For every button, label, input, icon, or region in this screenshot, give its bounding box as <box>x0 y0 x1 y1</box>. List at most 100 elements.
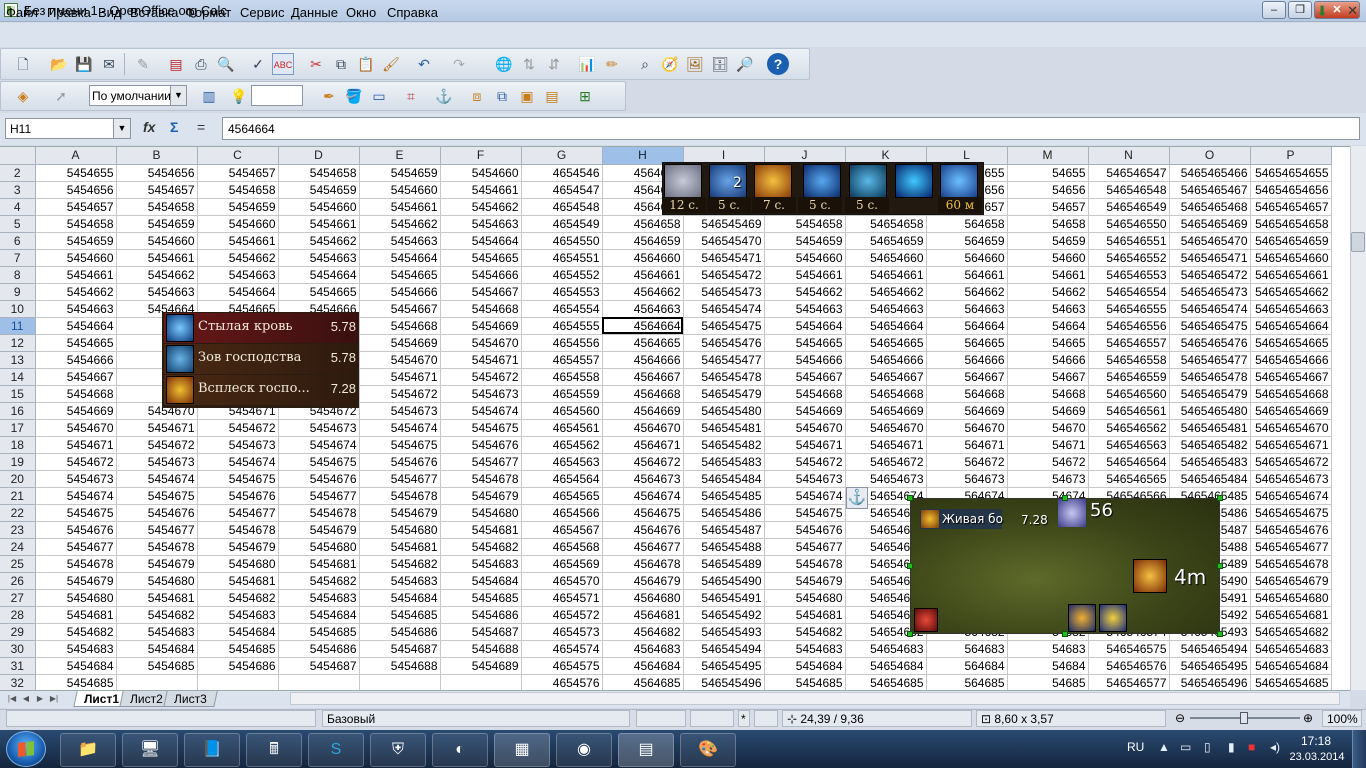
cell[interactable]: 5454678 <box>35 555 117 573</box>
resize-handle[interactable] <box>907 563 913 569</box>
cell[interactable]: 5454662 <box>764 283 846 301</box>
cell[interactable]: 5454659 <box>35 232 117 250</box>
cell[interactable]: 5465465480 <box>1169 402 1251 420</box>
cell[interactable]: 546546551 <box>1088 232 1170 250</box>
cell[interactable]: 546545470 <box>683 232 765 250</box>
cell[interactable]: 5454664 <box>278 266 360 284</box>
cell[interactable]: 5454660 <box>35 249 117 267</box>
row-header[interactable]: 32 <box>0 674 36 690</box>
cell[interactable]: 5454666 <box>359 283 441 301</box>
cell[interactable]: 5454671 <box>359 368 441 386</box>
cell[interactable]: 546545483 <box>683 453 765 471</box>
cell[interactable]: 5454658 <box>116 198 198 216</box>
row-header[interactable]: 24 <box>0 538 36 556</box>
cell[interactable]: 546545485 <box>683 487 765 505</box>
cell[interactable]: 5465465494 <box>1169 640 1251 658</box>
cell[interactable]: 54657 <box>1007 198 1089 216</box>
cell[interactable]: 5454684 <box>764 657 846 675</box>
cell[interactable]: 5454685 <box>764 674 846 690</box>
tab-sheet3[interactable]: Лист3 <box>163 691 218 707</box>
cell[interactable]: 5465465475 <box>1169 317 1251 335</box>
cell[interactable]: 5454672 <box>764 453 846 471</box>
cell[interactable]: 5454663 <box>440 215 522 233</box>
cell[interactable]: 54654654664 <box>1250 317 1332 335</box>
corner-cell[interactable] <box>0 147 36 165</box>
cell[interactable]: 5454685 <box>116 657 198 675</box>
cell[interactable]: 54673 <box>1007 470 1089 488</box>
cell[interactable]: 5454665 <box>35 334 117 352</box>
close-document-icon[interactable]: ✕ <box>1347 3 1358 19</box>
status-signature[interactable] <box>754 710 778 727</box>
tray-expand-icon[interactable]: ▲ <box>1158 740 1170 754</box>
resize-handle[interactable] <box>907 631 913 637</box>
cell[interactable]: 5454660 <box>197 215 279 233</box>
fill-bucket-icon[interactable]: 🪣 <box>343 85 365 107</box>
cell[interactable]: 54654654675 <box>1250 504 1332 522</box>
cell[interactable]: 5454678 <box>197 521 279 539</box>
cell[interactable]: 5454686 <box>278 640 360 658</box>
cell[interactable]: 54654654656 <box>1250 181 1332 199</box>
cell[interactable]: 54654654657 <box>1250 198 1332 216</box>
cell[interactable]: 5454676 <box>35 521 117 539</box>
column-header[interactable]: N <box>1088 147 1170 165</box>
cell[interactable]: 5454667 <box>359 300 441 318</box>
status-zoom-percent[interactable]: 100% <box>1322 710 1362 727</box>
function-wizard-button[interactable]: fx <box>143 119 155 135</box>
cell[interactable]: 4654556 <box>521 334 603 352</box>
cell[interactable]: 5454678 <box>764 555 846 573</box>
chart-icon[interactable]: 📊 <box>576 53 598 75</box>
cell[interactable]: 5454670 <box>35 419 117 437</box>
cell[interactable]: 5454661 <box>440 181 522 199</box>
sort-ascending-icon[interactable]: ⇅ <box>518 53 540 75</box>
cell[interactable]: 564673 <box>926 470 1008 488</box>
cell[interactable]: 564660 <box>926 249 1008 267</box>
cell[interactable]: 5454660 <box>116 232 198 250</box>
cell[interactable]: 54659 <box>1007 232 1089 250</box>
cell[interactable]: 54654654655 <box>1250 164 1332 182</box>
cell[interactable]: 54665 <box>1007 334 1089 352</box>
clock-time[interactable]: 17:18 <box>1296 734 1336 748</box>
cell[interactable]: 5465465477 <box>1169 351 1251 369</box>
cell[interactable]: 54654654674 <box>1250 487 1332 505</box>
cell[interactable]: 5454669 <box>359 334 441 352</box>
row-header[interactable]: 4 <box>0 198 36 216</box>
cell[interactable]: 564659 <box>926 232 1008 250</box>
cell[interactable]: 4564675 <box>602 504 684 522</box>
cell[interactable]: 546545494 <box>683 640 765 658</box>
cell[interactable]: 564658 <box>926 215 1008 233</box>
cell[interactable]: 4654568 <box>521 538 603 556</box>
cell[interactable]: 546546560 <box>1088 385 1170 403</box>
gallery-icon[interactable]: 🖼 <box>684 53 706 75</box>
cell[interactable]: 54654654659 <box>1250 232 1332 250</box>
cell[interactable]: 5454666 <box>35 351 117 369</box>
cell[interactable]: 5454683 <box>197 606 279 624</box>
cell[interactable]: 4654551 <box>521 249 603 267</box>
cell[interactable]: 5454668 <box>35 385 117 403</box>
cell[interactable]: 5454664 <box>197 283 279 301</box>
cell[interactable]: 54654654666 <box>1250 351 1332 369</box>
cell[interactable]: 5454679 <box>116 555 198 573</box>
cell[interactable]: 5454678 <box>359 487 441 505</box>
cell[interactable]: 546545482 <box>683 436 765 454</box>
cell[interactable]: 5454674 <box>764 487 846 505</box>
cell[interactable]: 546546565 <box>1088 470 1170 488</box>
cell[interactable]: 546545473 <box>683 283 765 301</box>
cell[interactable]: 54654664 <box>845 317 927 335</box>
cell[interactable]: 54654660 <box>845 249 927 267</box>
cell[interactable]: 54654654663 <box>1250 300 1332 318</box>
cell[interactable]: 4564678 <box>602 555 684 573</box>
cell[interactable]: 5454660 <box>440 164 522 182</box>
cell[interactable]: 5454656 <box>35 181 117 199</box>
cell[interactable]: 5454674 <box>278 436 360 454</box>
color-bars-icon[interactable]: ▥ <box>198 85 220 107</box>
cell[interactable]: 546545480 <box>683 402 765 420</box>
shield-taskbar-icon[interactable]: ⛨ <box>370 733 426 767</box>
cell[interactable]: 564661 <box>926 266 1008 284</box>
cell[interactable]: 5454674 <box>359 419 441 437</box>
skype-taskbar-icon[interactable]: S <box>308 733 364 767</box>
column-header[interactable]: P <box>1250 147 1332 165</box>
cell[interactable]: 5454660 <box>764 249 846 267</box>
row-header[interactable]: 8 <box>0 266 36 284</box>
cell[interactable]: 5454661 <box>197 232 279 250</box>
export-pdf-icon[interactable]: ▤ <box>165 53 187 75</box>
